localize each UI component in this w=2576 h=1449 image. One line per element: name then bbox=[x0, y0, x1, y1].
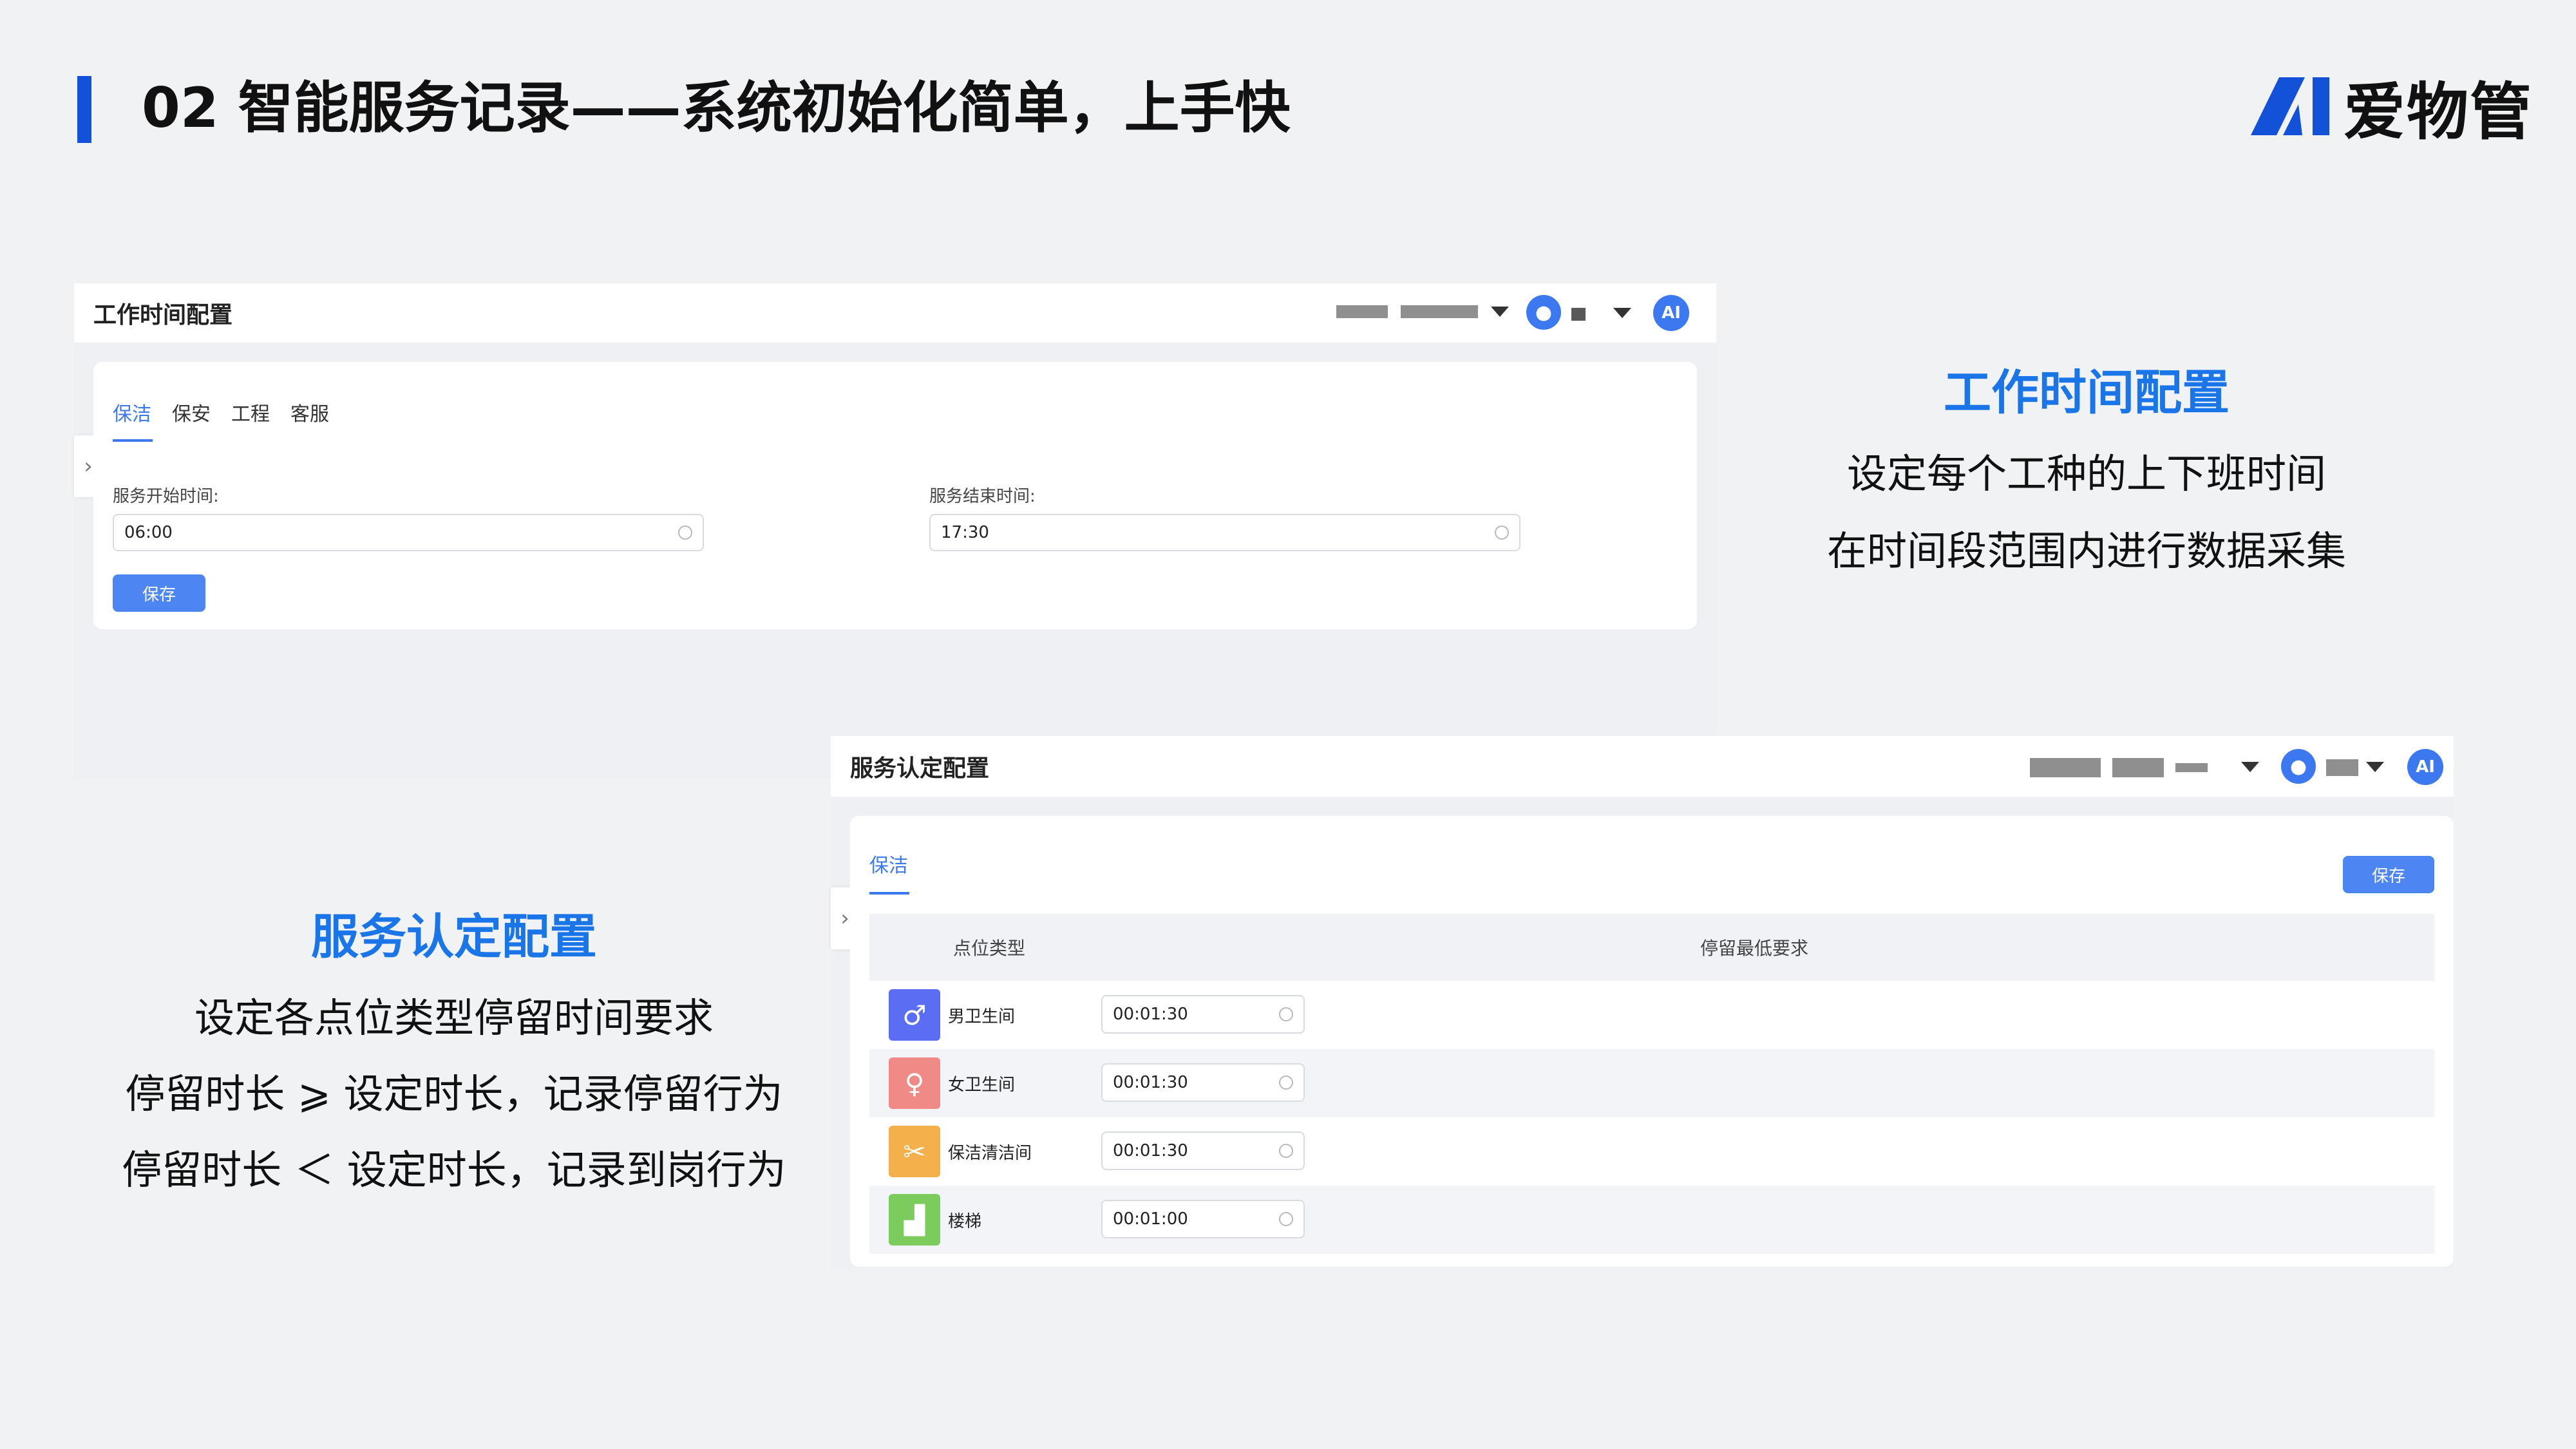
min-stay-input[interactable]: 00:01:30 bbox=[1101, 995, 1305, 1034]
column-header-type: 点位类型 bbox=[953, 938, 1026, 959]
active-tab-indicator bbox=[869, 892, 909, 895]
clock-icon bbox=[1495, 526, 1509, 540]
chevron-down-icon[interactable] bbox=[2241, 762, 2259, 772]
start-time-value: 06:00 bbox=[124, 523, 173, 542]
service-caption: 服务认定配置 设定各点位类型停留时间要求 停留时长 ⩾ 设定时长，记录停留行为 … bbox=[84, 898, 824, 1195]
tab-security[interactable]: 保安 bbox=[172, 398, 211, 426]
table-row: ✂ 保洁清洁间 00:01:30 bbox=[869, 1117, 2434, 1186]
end-time-label: 服务结束时间: bbox=[929, 487, 1036, 506]
tab-engineering[interactable]: 工程 bbox=[231, 398, 270, 426]
min-stay-value: 00:01:30 bbox=[1113, 1005, 1188, 1024]
ai-logo-icon bbox=[2251, 77, 2329, 135]
save-button[interactable]: 保存 bbox=[113, 574, 205, 612]
clock-icon bbox=[1279, 1007, 1293, 1021]
service-caption-line-3: 停留时长 ＜ 设定时长，记录到岗行为 bbox=[122, 1146, 786, 1193]
clock-icon bbox=[678, 526, 692, 540]
chevron-down-icon bbox=[1491, 307, 1509, 317]
worktime-content-card: 保洁 保安 工程 客服 服务开始时间: 06:00 服务结束时间: 17:30 … bbox=[93, 362, 1697, 629]
cleaning-tools-icon: ✂ bbox=[889, 1126, 940, 1177]
active-tab-indicator bbox=[113, 439, 153, 442]
user-menu-chevron-icon[interactable] bbox=[1613, 308, 1631, 318]
point-type-label: 保洁清洁间 bbox=[948, 1143, 1032, 1163]
min-stay-value: 00:01:30 bbox=[1113, 1141, 1188, 1160]
table-row: ♂ 男卫生间 00:01:30 bbox=[869, 981, 2434, 1049]
clock-icon bbox=[1279, 1212, 1293, 1226]
user-menu-chevron-icon[interactable] bbox=[2366, 762, 2384, 772]
start-time-input[interactable]: 06:00 bbox=[113, 514, 704, 551]
tab-cleaning[interactable]: 保洁 bbox=[113, 398, 151, 426]
save-button[interactable]: 保存 bbox=[2343, 856, 2434, 893]
user-avatar[interactable]: ● bbox=[1526, 295, 1561, 330]
app-brand-icon: AI bbox=[2407, 749, 2443, 785]
app-brand-icon: AI bbox=[1653, 295, 1689, 331]
column-header-min-stay: 停留最低要求 bbox=[1700, 938, 1809, 959]
min-stay-input[interactable]: 00:01:30 bbox=[1101, 1132, 1305, 1170]
worktime-caption-title: 工作时间配置 bbox=[1944, 365, 2230, 421]
worktime-caption-line-2: 在时间段范围内进行数据采集 bbox=[1826, 527, 2346, 574]
point-type-label: 楼梯 bbox=[948, 1211, 982, 1231]
clock-icon bbox=[1279, 1075, 1293, 1090]
account-selector[interactable] bbox=[1336, 305, 1509, 318]
service-window: 服务认定配置 ● AI › 保洁 保存 点位类型 停留最低要求 ♂ 男卫生间 00:… bbox=[831, 736, 2454, 1271]
brand-logo: 爱物管 bbox=[2251, 71, 2533, 148]
title-accent-bar bbox=[77, 76, 91, 143]
end-time-input[interactable]: 17:30 bbox=[929, 514, 1520, 551]
worktime-caption-line-1: 设定每个工种的上下班时间 bbox=[1846, 450, 2326, 497]
min-stay-input[interactable]: 00:01:30 bbox=[1101, 1063, 1305, 1102]
service-caption-line-2: 停留时长 ⩾ 设定时长，记录停留行为 bbox=[125, 1070, 783, 1117]
min-stay-value: 00:01:30 bbox=[1113, 1073, 1188, 1092]
table-header: 点位类型 停留最低要求 bbox=[869, 914, 2434, 981]
start-time-label: 服务开始时间: bbox=[113, 487, 219, 506]
account-selector[interactable] bbox=[2030, 758, 2208, 777]
point-type-label: 女卫生间 bbox=[948, 1075, 1016, 1095]
slide-title: 02 智能服务记录——系统初始化简单，上手快 bbox=[142, 76, 1291, 140]
tab-customer-service[interactable]: 客服 bbox=[290, 398, 329, 426]
table-row: ♀ 女卫生间 00:01:30 bbox=[869, 1049, 2434, 1117]
service-page-title: 服务认定配置 bbox=[850, 755, 990, 782]
user-avatar[interactable]: ● bbox=[2281, 749, 2316, 784]
service-app-header: 服务认定配置 ● AI bbox=[831, 736, 2454, 797]
worktime-app-header: 工作时间配置 ● AI bbox=[74, 283, 1716, 343]
tab-cleaning[interactable]: 保洁 bbox=[869, 849, 908, 878]
end-time-value: 17:30 bbox=[941, 523, 989, 542]
table-body: ♂ 男卫生间 00:01:30 ♀ 女卫生间 00:01:30 ✂ 保洁清洁间 00:01:30… bbox=[869, 981, 2434, 1254]
min-stay-input[interactable]: 00:01:00 bbox=[1101, 1200, 1305, 1238]
female-restroom-icon: ♀ bbox=[889, 1057, 940, 1109]
min-stay-value: 00:01:00 bbox=[1113, 1209, 1188, 1229]
role-tabs: 保洁 保安 工程 客服 bbox=[113, 398, 329, 426]
clock-icon bbox=[1279, 1144, 1293, 1158]
male-restroom-icon: ♂ bbox=[889, 989, 940, 1041]
service-caption-title: 服务认定配置 bbox=[311, 909, 597, 965]
table-row: ▟ 楼梯 00:01:00 bbox=[869, 1186, 2434, 1254]
point-type-label: 男卫生间 bbox=[948, 1007, 1016, 1027]
worktime-page-title: 工作时间配置 bbox=[93, 302, 233, 328]
service-content-card: 保洁 保存 点位类型 停留最低要求 ♂ 男卫生间 00:01:30 ♀ 女卫生间 00:0… bbox=[850, 816, 2454, 1267]
logo-text: 爱物管 bbox=[2344, 75, 2533, 148]
stairs-icon: ▟ bbox=[889, 1194, 940, 1245]
worktime-caption: 工作时间配置 设定每个工种的上下班时间 在时间段范围内进行数据采集 bbox=[1765, 354, 2409, 576]
worktime-window: 工作时间配置 ● AI › 保洁 保安 工程 客服 服务开始时间: 06:00 … bbox=[74, 283, 1716, 779]
service-caption-line-1: 设定各点位类型停留时间要求 bbox=[194, 994, 714, 1041]
